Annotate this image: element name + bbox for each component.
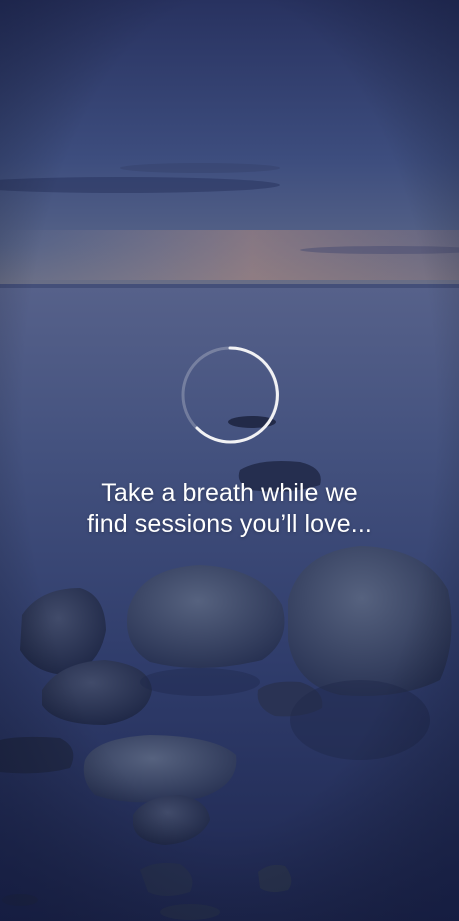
calm-sea-rocks-image <box>0 0 459 921</box>
loading-spinner-icon <box>181 346 279 444</box>
loading-message: Take a breath while we find sessions you… <box>0 478 459 540</box>
loading-message-line-2: find sessions you’ll love... <box>87 510 372 538</box>
loading-message-line-1: Take a breath while we <box>101 479 358 507</box>
